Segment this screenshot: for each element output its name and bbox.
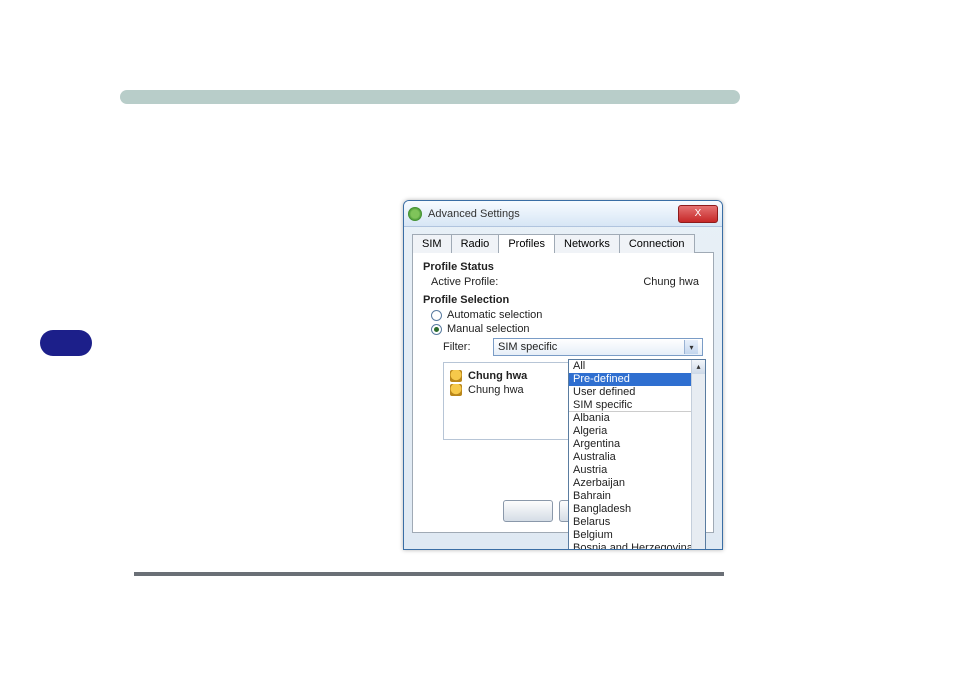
automatic-selection-label: Automatic selection [447, 309, 542, 321]
dropdown-option[interactable]: User defined [569, 386, 705, 399]
list-item[interactable]: Chung hwa [448, 383, 568, 397]
profile-name: Chung hwa [468, 384, 524, 396]
filter-label: Filter: [443, 341, 493, 353]
tab-strip: SIM Radio Profiles Networks Connection [412, 233, 714, 253]
radio-icon-checked [431, 324, 442, 335]
manual-selection-label: Manual selection [447, 323, 530, 335]
profile-selection-title: Profile Selection [423, 294, 703, 306]
advanced-settings-dialog: Advanced Settings X SIM Radio Profiles N… [403, 200, 723, 550]
app-icon [408, 207, 422, 221]
active-profile-label: Active Profile: [431, 276, 498, 288]
list-item[interactable]: Chung hwa [448, 369, 568, 383]
note-badge [40, 330, 92, 356]
window-title: Advanced Settings [428, 208, 678, 220]
dropdown-option[interactable]: Azerbaijan [569, 477, 705, 490]
dropdown-option[interactable]: SIM specific [569, 399, 705, 412]
lock-icon [450, 384, 462, 396]
profile-status-title: Profile Status [423, 261, 703, 273]
scrollbar[interactable]: ▴ ▾ [691, 360, 705, 550]
close-button[interactable]: X [678, 205, 718, 223]
dropdown-option[interactable]: Pre-defined [569, 373, 705, 386]
automatic-selection-row[interactable]: Automatic selection [431, 309, 703, 321]
dropdown-option[interactable]: Bosnia and Herzegovina [569, 542, 705, 550]
lock-icon [450, 370, 462, 382]
active-profile-value: Chung hwa [643, 276, 699, 288]
dropdown-option[interactable]: Austria [569, 464, 705, 477]
tab-body-profiles: Profile Status Active Profile: Chung hwa… [412, 253, 714, 533]
chevron-down-icon: ▾ [684, 340, 698, 354]
dropdown-option[interactable]: Albania [569, 412, 705, 425]
profiles-listbox[interactable]: Chung hwa Chung hwa [443, 362, 573, 440]
tab-profiles[interactable]: Profiles [498, 234, 555, 253]
tab-radio[interactable]: Radio [451, 234, 500, 253]
profile-name: Chung hwa [468, 370, 527, 382]
dropdown-option[interactable]: Belgium [569, 529, 705, 542]
tab-sim[interactable]: SIM [412, 234, 452, 253]
dropdown-option[interactable]: All [569, 360, 705, 373]
dropdown-option[interactable]: Bangladesh [569, 503, 705, 516]
dropdown-option[interactable]: Australia [569, 451, 705, 464]
radio-icon [431, 310, 442, 321]
dialog-content: SIM Radio Profiles Networks Connection P… [404, 227, 722, 539]
dropdown-option[interactable]: Argentina [569, 438, 705, 451]
dialog-button-1[interactable] [503, 500, 553, 522]
dropdown-option[interactable]: Bahrain [569, 490, 705, 503]
filter-value: SIM specific [498, 341, 557, 353]
dropdown-option[interactable]: Algeria [569, 425, 705, 438]
tab-connection[interactable]: Connection [619, 234, 695, 253]
filter-combobox[interactable]: SIM specific ▾ [493, 338, 703, 356]
scroll-up-icon[interactable]: ▴ [692, 360, 705, 374]
manual-selection-row[interactable]: Manual selection [431, 323, 703, 335]
decorative-header-bar [120, 90, 740, 104]
footer-divider [134, 572, 724, 576]
filter-dropdown-open[interactable]: AllPre-definedUser definedSIM specificAl… [568, 359, 706, 550]
dropdown-option[interactable]: Belarus [569, 516, 705, 529]
tab-networks[interactable]: Networks [554, 234, 620, 253]
titlebar: Advanced Settings X [404, 201, 722, 227]
